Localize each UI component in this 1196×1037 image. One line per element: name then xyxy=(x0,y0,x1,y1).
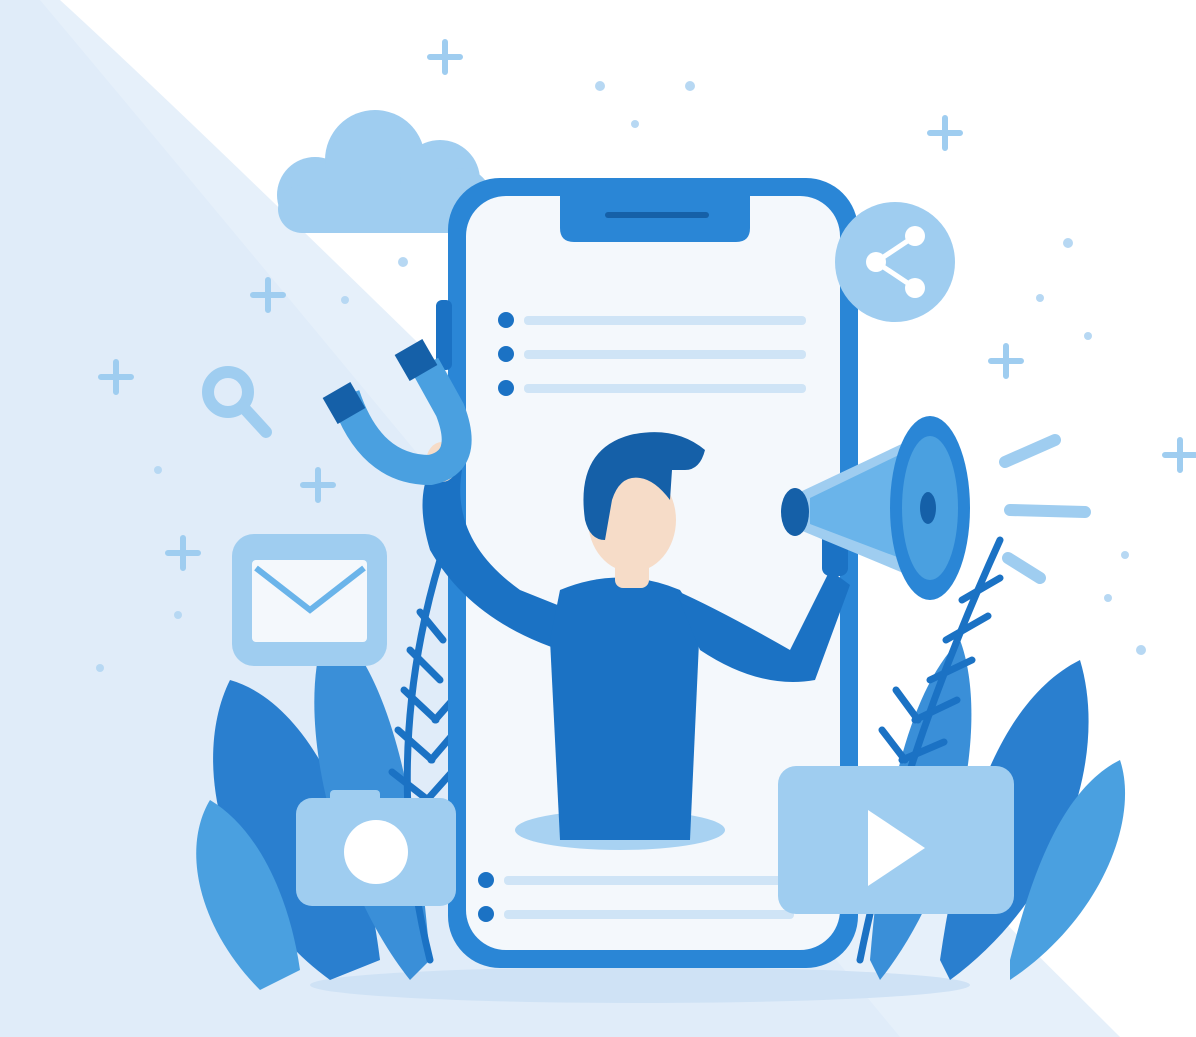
megaphone-sound-lines xyxy=(999,434,1091,584)
play-icon xyxy=(778,766,1014,914)
marketing-illustration xyxy=(0,0,1196,1037)
share-icon xyxy=(835,202,955,322)
camera-icon xyxy=(296,790,456,906)
mail-icon xyxy=(232,534,387,666)
